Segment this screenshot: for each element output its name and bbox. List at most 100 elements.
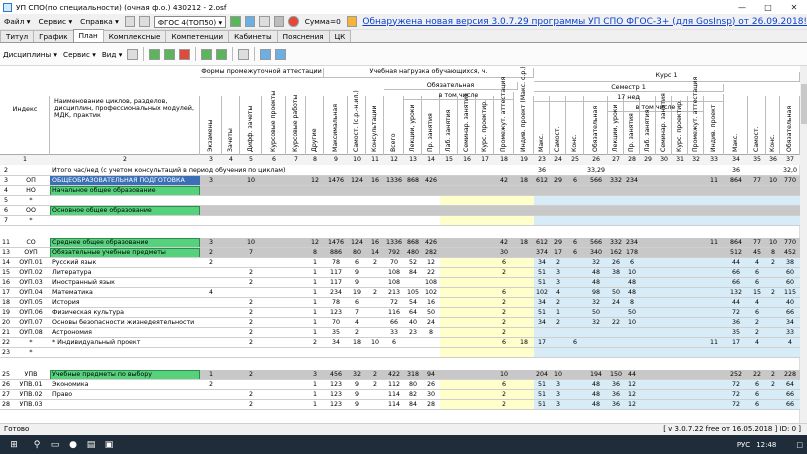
save-icon[interactable] — [230, 16, 241, 27]
header-c31: Курс. проектир. — [676, 99, 683, 152]
move-down-icon[interactable] — [149, 48, 161, 60]
table-row[interactable]: 13 ОУП Обязательные учебные предметы 2 7 8 886… — [0, 248, 800, 258]
lang-indicator[interactable]: РУС — [737, 441, 750, 449]
cell-value: 10 — [768, 239, 777, 246]
cell-value: 480 — [406, 249, 420, 256]
table-row[interactable]: 5 * — [0, 196, 800, 206]
separator — [254, 47, 256, 61]
cell-value: 4 — [754, 299, 759, 306]
table-row[interactable]: 26 УПВ.01 Экономика 2 1 123 9 2 112 80 26 6 51 3 48 36 1… — [0, 380, 800, 390]
table-row[interactable]: 18 ОУП.05 История 2 1 78 6 72 54 16 2 34 2 32 24 8 44 4 40 — [0, 298, 800, 308]
tool-icon[interactable] — [139, 16, 150, 27]
folder-icon[interactable]: ▤ — [83, 438, 99, 452]
table-row[interactable]: 17 ОУП.04 Математика 4 1 234 19 2 213 105 102 6 102 4… — [0, 288, 800, 298]
cell-value: 30 — [499, 249, 508, 256]
table-row[interactable]: 20 ОУП.07 Основы безопасности жизнедеятель… — [0, 318, 800, 328]
disciplines-menu[interactable]: Дисциплины ▾ — [0, 50, 60, 59]
cell-value: 54 — [408, 299, 417, 306]
tab-2[interactable]: График — [33, 30, 74, 42]
tab-8[interactable]: ЦК — [328, 30, 352, 42]
table-row[interactable]: 16 ОУП.03 Иностранный язык 2 1 117 9 108 108 51 3 4… — [0, 278, 800, 288]
table-row[interactable]: 14 ОУП.01 Русский язык 2 1 78 6 2 70 52 12 6 34 2 32 26… — [0, 258, 800, 268]
row-index: НО — [26, 187, 36, 194]
view-menu[interactable]: Вид ▾ — [99, 50, 125, 59]
cell-value: 6 — [754, 391, 759, 398]
tab-3[interactable]: План — [72, 29, 104, 42]
settings-icon[interactable] — [273, 16, 285, 27]
tab-5[interactable]: Компетенции — [165, 30, 230, 42]
menu-help[interactable]: Справка ▾ — [76, 15, 123, 29]
taskbar: ⊞ ⚲ ▭ ● ▤ ▣ РУС 12:48 □ — [0, 435, 807, 454]
table-row[interactable]: 4 НО Начальное общее образование — [0, 186, 800, 196]
table-row[interactable]: 28 УПВ.03 2 1 123 9 114 84 28 2 51 3 48 36 12 72 6 66 — [0, 400, 800, 410]
tab-4[interactable]: Комплексные — [102, 30, 167, 42]
stop-icon[interactable] — [288, 16, 299, 27]
minimize-button[interactable]: — — [729, 0, 755, 14]
table-row[interactable]: 3 ОП ОБЩЕОБРАЗОВАТЕЛЬНАЯ ПОДГОТОВКА 3 10 12 14… — [0, 176, 800, 186]
cell-value: 48 — [591, 381, 600, 388]
table-row[interactable]: 7 * — [0, 216, 800, 226]
cell-value: 1 — [312, 381, 317, 388]
open-icon[interactable] — [244, 16, 256, 27]
tab-7[interactable]: Пояснения — [276, 30, 330, 42]
scroll-thumb[interactable] — [801, 84, 807, 124]
arrow-right-icon[interactable] — [216, 48, 228, 60]
header-col-line — [475, 96, 476, 155]
delete-icon[interactable] — [179, 48, 191, 60]
row-name: Математика — [52, 289, 93, 296]
update-link[interactable]: Обнаружена новая версия 3.0.7.29 програм… — [362, 17, 807, 27]
colnum-35: 35 — [753, 156, 761, 163]
browser-icon[interactable]: ● — [65, 438, 81, 452]
row-index: ОО — [26, 207, 36, 214]
cell-value: 374 — [535, 249, 549, 256]
maximize-button[interactable]: □ — [755, 0, 781, 14]
plan-grid[interactable]: Индекс Наименование циклов, разделов, дис… — [0, 66, 807, 423]
close-button[interactable]: ✕ — [781, 0, 807, 14]
clock[interactable]: 12:48 — [756, 441, 776, 449]
cell-value: 1476 — [327, 177, 345, 184]
task-view-icon[interactable]: ▭ — [47, 438, 63, 452]
search-icon[interactable] — [127, 48, 139, 60]
tab-6[interactable]: Кабинеты — [228, 30, 278, 42]
table-row[interactable]: 11 СО Среднее общее образование 3 10 12 1476 12… — [0, 238, 800, 248]
cell-value: 11 — [709, 339, 718, 346]
cell-value: 3 — [312, 371, 317, 378]
cell-value: 770 — [783, 239, 797, 246]
app-taskbar-icon[interactable]: ▣ — [101, 438, 117, 452]
header-c37: Обязательная — [786, 105, 793, 152]
table-row[interactable]: 22 * * Индивидуальный проект 2 2 34 18 10 6 6 18 17… — [0, 338, 800, 348]
row-name: История — [52, 299, 80, 306]
search-taskbar-icon[interactable]: ⚲ — [29, 438, 45, 452]
menu-file[interactable]: Файл ▾ — [0, 15, 34, 29]
print-icon[interactable] — [259, 16, 270, 27]
notification-icon[interactable]: □ — [796, 441, 803, 449]
tab-1[interactable]: Титул — [0, 30, 35, 42]
table-row[interactable]: 25 УПВ Учебные предметы по выбору 1 2 3 456 32 2… — [0, 370, 800, 380]
columns-icon[interactable] — [260, 48, 272, 60]
menu-service[interactable]: Сервис ▾ — [34, 15, 76, 29]
cell-value: 66 — [785, 401, 794, 408]
cell-value: 44 — [731, 299, 740, 306]
move-bottom-icon[interactable] — [164, 48, 176, 60]
windows-start-icon[interactable]: ⊞ — [1, 438, 27, 452]
table-row[interactable]: 23 * — [0, 348, 800, 358]
table-row[interactable]: 15 ОУП.02 Литература 2 1 117 9 108 84 22 2 51 3 48 38 1… — [0, 268, 800, 278]
filter-icon[interactable] — [275, 48, 287, 60]
table-row[interactable]: 19 ОУП.06 Физическая культура 2 1 123 7 116 64 50… — [0, 308, 800, 318]
table-row[interactable]: 21 ОУП.08 Астрономия 2 1 35 2 33 23 8 2 35 2 33 — [0, 328, 800, 338]
vertical-scrollbar[interactable] — [799, 66, 807, 423]
arrow-left-icon[interactable] — [201, 48, 213, 60]
fgos-select[interactable]: ФГОС 4(ТОП50) ▾ — [153, 15, 227, 28]
table-icon[interactable] — [238, 48, 250, 60]
table-row[interactable]: 2 Итого час/нед (с учетом консультаций в … — [0, 166, 800, 176]
cell-value: 51 — [537, 401, 546, 408]
disk-icon[interactable] — [124, 16, 136, 27]
table-row[interactable]: 27 УПВ.02 Право 2 1 123 9 114 82 30 2 51 3 48 36 12 72 6 6… — [0, 390, 800, 400]
cell-value: 32 — [591, 299, 600, 306]
cell-value: 2 — [208, 249, 213, 256]
colnum-10: 10 — [353, 156, 361, 163]
service-menu[interactable]: Сервис ▾ — [60, 50, 99, 59]
cell-value: 1 — [312, 309, 317, 316]
table-row[interactable]: 6 ОО Основное общее образование — [0, 206, 800, 216]
cell-value: 566 — [589, 239, 603, 246]
